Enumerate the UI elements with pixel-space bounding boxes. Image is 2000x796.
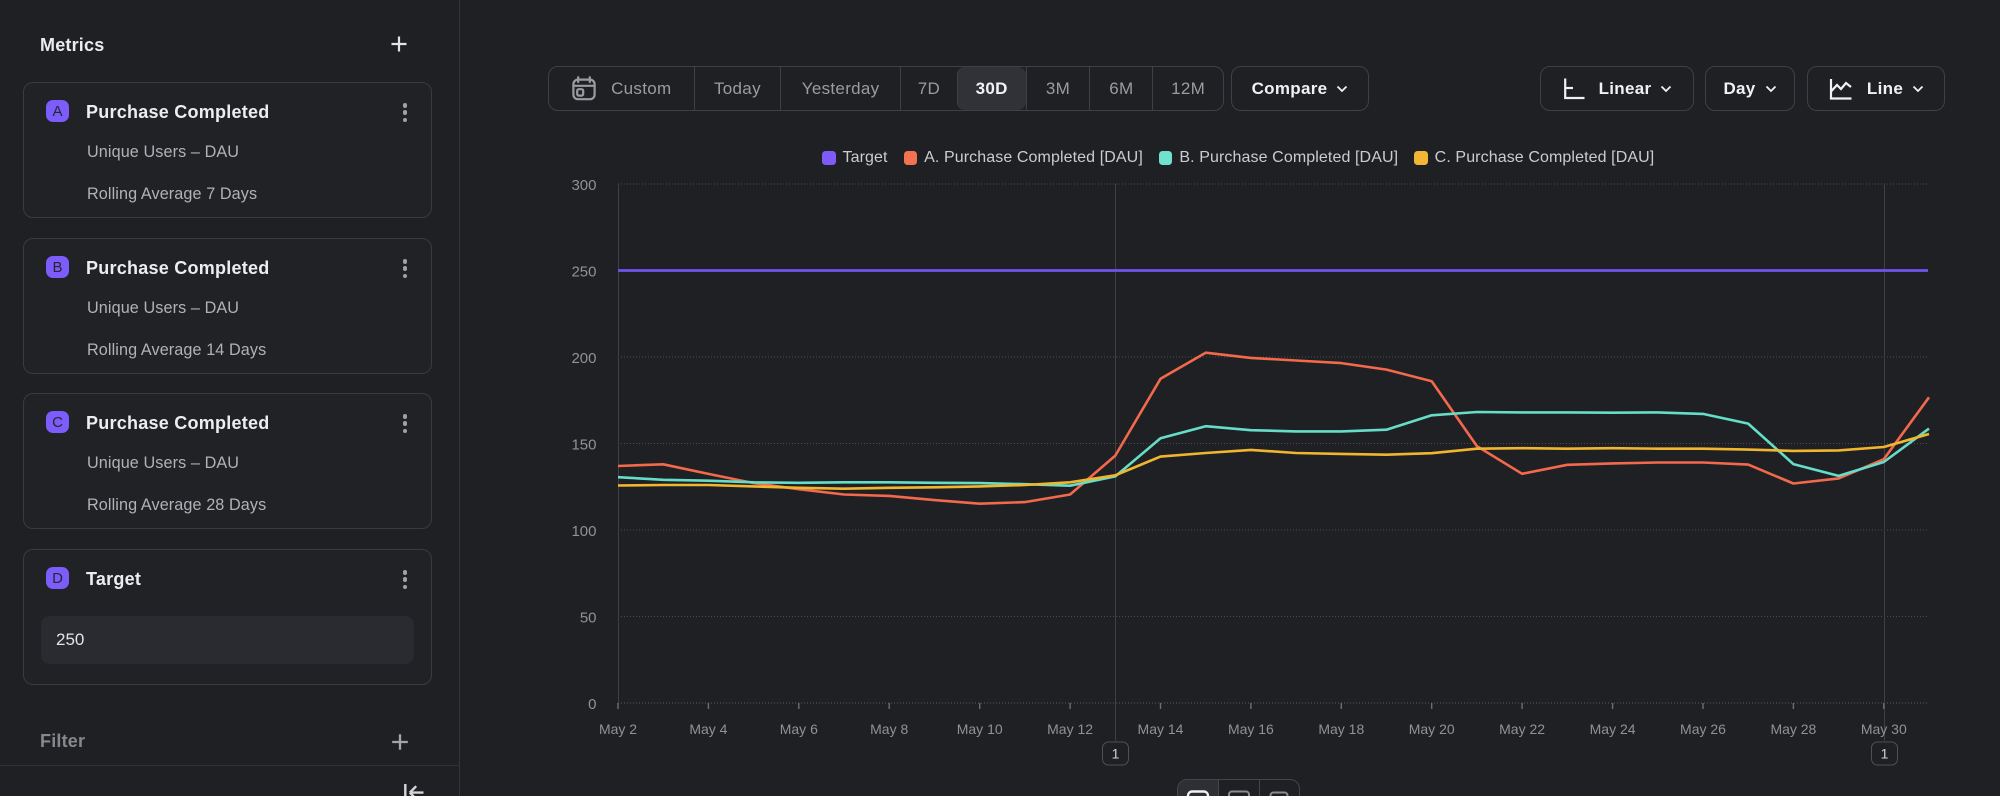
svg-text:May 22: May 22 [1499,721,1545,737]
svg-text:May 2: May 2 [599,721,637,737]
svg-text:May 8: May 8 [870,721,908,737]
svg-text:300: 300 [571,177,596,194]
svg-text:100: 100 [571,523,596,540]
svg-text:May 10: May 10 [957,721,1003,737]
svg-text:May 26: May 26 [1680,721,1726,737]
svg-text:May 6: May 6 [780,721,818,737]
svg-text:1: 1 [1112,746,1120,762]
svg-text:150: 150 [571,437,596,454]
svg-text:May 28: May 28 [1770,721,1816,737]
svg-text:May 30: May 30 [1861,721,1907,737]
svg-text:May 4: May 4 [689,721,727,737]
svg-text:May 24: May 24 [1590,721,1636,737]
svg-text:1: 1 [1881,746,1889,762]
svg-text:200: 200 [571,350,596,367]
svg-text:May 14: May 14 [1138,721,1184,737]
svg-text:May 12: May 12 [1047,721,1093,737]
svg-text:0: 0 [588,696,596,713]
svg-text:May 20: May 20 [1409,721,1455,737]
svg-text:May 16: May 16 [1228,721,1274,737]
svg-text:May 18: May 18 [1318,721,1364,737]
svg-text:50: 50 [580,610,597,627]
svg-text:250: 250 [571,264,596,281]
